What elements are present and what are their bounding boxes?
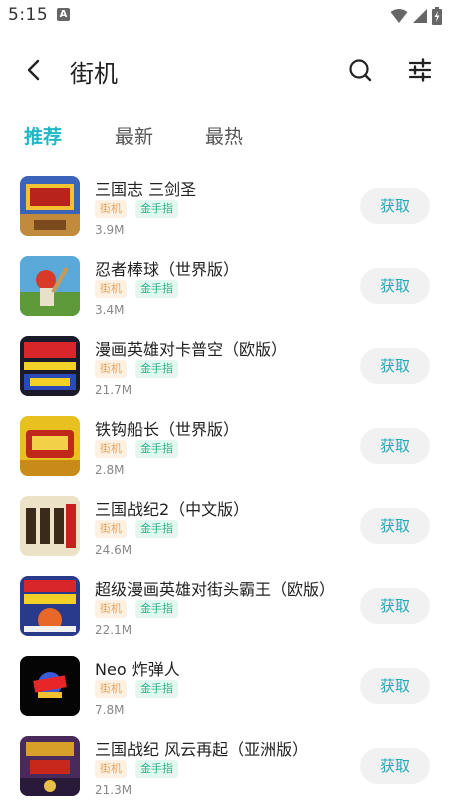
filter-button[interactable] — [406, 56, 434, 84]
game-name: 超级漫画英雄对街头霸王（欧版） — [95, 580, 336, 599]
game-name: 三国战纪 风云再起（亚洲版） — [95, 740, 309, 759]
list-item[interactable]: 铁钩船长（世界版） 街机 金手指 2.8M 获取 — [0, 408, 450, 488]
tag-cheat: 金手指 — [135, 520, 178, 538]
list-item[interactable]: 三国志 三剑圣 街机 金手指 3.9M 获取 — [0, 168, 450, 248]
status-time: 5:15 — [8, 5, 49, 25]
game-tags: 街机 金手指 — [95, 200, 178, 218]
game-size: 24.6M — [95, 543, 133, 557]
game-size: 22.1M — [95, 623, 133, 637]
game-thumbnail — [20, 336, 80, 396]
game-thumbnail — [20, 736, 80, 796]
game-size: 21.7M — [95, 383, 133, 397]
sliders-icon — [408, 58, 432, 82]
game-thumbnail — [20, 256, 80, 316]
get-button[interactable]: 获取 — [360, 428, 430, 464]
game-name: Neo 炸弹人 — [95, 660, 180, 679]
tag-arcade: 街机 — [95, 760, 127, 778]
game-thumbnail — [20, 576, 80, 636]
game-thumbnail — [20, 496, 80, 556]
game-name: 三国志 三剑圣 — [95, 180, 197, 199]
game-tags: 街机 金手指 — [95, 760, 178, 778]
page-title: 街机 — [70, 60, 118, 88]
tag-cheat: 金手指 — [135, 280, 178, 298]
status-icons — [390, 6, 442, 26]
tag-arcade: 街机 — [95, 520, 127, 538]
game-tags: 街机 金手指 — [95, 520, 178, 538]
get-button[interactable]: 获取 — [360, 188, 430, 224]
chevron-left-icon — [27, 59, 40, 81]
signal-icon — [413, 9, 427, 23]
game-name: 三国战纪2（中文版） — [95, 500, 250, 519]
list-item[interactable]: 超级漫画英雄对街头霸王（欧版） 街机 金手指 22.1M 获取 — [0, 568, 450, 648]
game-size: 2.8M — [95, 463, 125, 477]
tag-arcade: 街机 — [95, 600, 127, 618]
list-item[interactable]: 三国战纪 风云再起（亚洲版） 街机 金手指 21.3M 获取 — [0, 728, 450, 808]
list-item[interactable]: 三国战纪2（中文版） 街机 金手指 24.6M 获取 — [0, 488, 450, 568]
get-button[interactable]: 获取 — [360, 588, 430, 624]
back-button[interactable] — [20, 56, 48, 84]
game-tags: 街机 金手指 — [95, 680, 178, 698]
status-bar: 5:15 A — [0, 0, 450, 32]
search-icon — [349, 59, 372, 82]
game-thumbnail — [20, 416, 80, 476]
tag-arcade: 街机 — [95, 360, 127, 378]
get-button[interactable]: 获取 — [360, 268, 430, 304]
list-item[interactable]: 忍者棒球（世界版） 街机 金手指 3.4M 获取 — [0, 248, 450, 328]
game-name: 忍者棒球（世界版） — [95, 260, 240, 279]
game-tags: 街机 金手指 — [95, 440, 178, 458]
game-size: 7.8M — [95, 703, 125, 717]
game-size: 21.3M — [95, 783, 133, 797]
tag-arcade: 街机 — [95, 200, 127, 218]
tab-hottest[interactable]: 最热 — [205, 122, 243, 149]
get-button[interactable]: 获取 — [360, 508, 430, 544]
category-tabs: 推荐 最新 最热 — [0, 118, 450, 158]
tag-cheat: 金手指 — [135, 360, 178, 378]
notification-icon: A — [57, 8, 70, 21]
tag-arcade: 街机 — [95, 440, 127, 458]
game-tags: 街机 金手指 — [95, 280, 178, 298]
game-name: 漫画英雄对卡普空（欧版） — [95, 340, 288, 359]
game-tags: 街机 金手指 — [95, 360, 178, 378]
list-item[interactable]: 漫画英雄对卡普空（欧版） 街机 金手指 21.7M 获取 — [0, 328, 450, 408]
search-button[interactable] — [346, 56, 374, 84]
tag-arcade: 街机 — [95, 680, 127, 698]
game-thumbnail — [20, 656, 80, 716]
game-tags: 街机 金手指 — [95, 600, 178, 618]
battery-icon — [432, 7, 442, 25]
tag-cheat: 金手指 — [135, 440, 178, 458]
tag-arcade: 街机 — [95, 280, 127, 298]
tab-latest[interactable]: 最新 — [115, 122, 153, 149]
tag-cheat: 金手指 — [135, 680, 178, 698]
get-button[interactable]: 获取 — [360, 668, 430, 704]
game-size: 3.4M — [95, 303, 125, 317]
list-item[interactable]: Neo 炸弹人 街机 金手指 7.8M 获取 — [0, 648, 450, 728]
get-button[interactable]: 获取 — [360, 748, 430, 784]
tag-cheat: 金手指 — [135, 200, 178, 218]
wifi-icon — [390, 9, 408, 23]
get-button[interactable]: 获取 — [360, 348, 430, 384]
game-thumbnail — [20, 176, 80, 236]
tab-recommended[interactable]: 推荐 — [24, 122, 62, 149]
app-header: 街机 — [0, 44, 450, 96]
game-size: 3.9M — [95, 223, 125, 237]
tag-cheat: 金手指 — [135, 600, 178, 618]
tag-cheat: 金手指 — [135, 760, 178, 778]
game-name: 铁钩船长（世界版） — [95, 420, 240, 439]
